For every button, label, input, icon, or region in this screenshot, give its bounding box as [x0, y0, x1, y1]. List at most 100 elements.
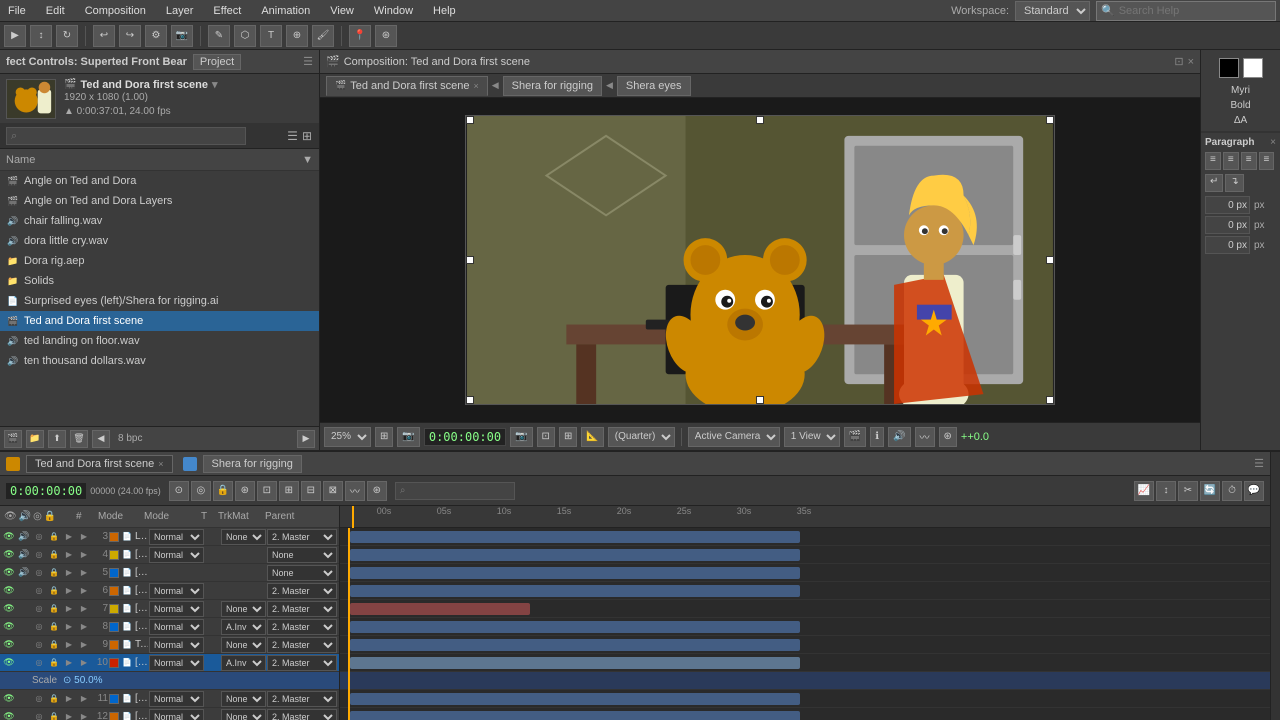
layer-solo-btn[interactable]: ◎: [32, 548, 46, 562]
list-view-icon[interactable]: ☰: [286, 128, 299, 144]
layer-audio-btn[interactable]: [17, 584, 31, 598]
indent-after-input[interactable]: [1205, 216, 1250, 234]
tc-loop-btn[interactable]: 🔄: [1200, 481, 1220, 501]
layer-trkmat-select[interactable]: None: [221, 637, 266, 653]
layer-eye-btn[interactable]: 👁: [2, 656, 16, 670]
track-row[interactable]: [340, 708, 1270, 720]
tab-close-1[interactable]: ×: [473, 81, 478, 91]
handle-bl[interactable]: [466, 396, 474, 404]
tool-clone[interactable]: ⊕: [286, 25, 308, 47]
indent-before-input[interactable]: [1205, 196, 1250, 214]
search-input[interactable]: [1119, 5, 1269, 17]
layer-mode-select[interactable]: Normal: [149, 529, 204, 545]
list-item[interactable]: 🔊 ten thousand dollars.wav: [0, 351, 319, 371]
layer-trkmat-select[interactable]: A.Inv: [221, 619, 266, 635]
layer-color[interactable]: [109, 658, 119, 668]
scale-row[interactable]: Scale ⊙ 50.0%: [0, 672, 339, 690]
comp-options-btn[interactable]: ⊡: [1174, 55, 1183, 68]
tab-shera[interactable]: Shera for rigging: [503, 76, 602, 96]
layer-parent-select[interactable]: 2. Master: [267, 691, 337, 707]
layer-trkmat-select[interactable]: None: [221, 601, 266, 617]
layer-shy-btn[interactable]: ▶: [77, 548, 91, 562]
layer-row[interactable]: 👁 ◎ 🔒 ▶ ▶ 11 📄 [Laptop...e on Ted and Do…: [0, 690, 339, 708]
layer-solo-btn[interactable]: ◎: [32, 692, 46, 706]
list-item[interactable]: 🎬 Angle on Ted and Dora Layers: [0, 191, 319, 211]
tool-roto[interactable]: ⊛: [375, 25, 397, 47]
layer-row[interactable]: 👁 🔊 ◎ 🔒 ▶ ▶ 4 📄 [ted landing on floor.wa…: [0, 546, 339, 564]
list-item[interactable]: 🔊 ted landing on floor.wav: [0, 331, 319, 351]
layer-color[interactable]: [109, 532, 119, 542]
timeline-tab-main[interactable]: Ted and Dora first scene ×: [26, 455, 173, 473]
layer-expand-btn[interactable]: ▶: [62, 530, 76, 544]
list-item[interactable]: 🎬 Angle on Ted and Dora: [0, 171, 319, 191]
layer-color[interactable]: [109, 622, 119, 632]
layer-audio-btn[interactable]: 🔊: [17, 530, 31, 544]
tool-pin[interactable]: 📍: [349, 25, 371, 47]
view-select[interactable]: 1 View: [784, 427, 840, 447]
layer-expand-btn[interactable]: ▶: [62, 710, 76, 720]
timeline-tab-shera[interactable]: Shera for rigging: [203, 455, 302, 473]
layer-shy-btn[interactable]: ▶: [77, 710, 91, 720]
track-row[interactable]: [340, 564, 1270, 582]
layer-eye-btn[interactable]: 👁: [2, 566, 16, 580]
layer-parent-select[interactable]: 2. Master: [267, 619, 337, 635]
layer-audio-btn[interactable]: 🔊: [17, 548, 31, 562]
layer-lock-btn[interactable]: 🔒: [47, 638, 61, 652]
layer-audio-btn[interactable]: [17, 710, 31, 720]
layer-audio-btn[interactable]: [17, 638, 31, 652]
info-btn[interactable]: ℹ: [870, 427, 884, 447]
layer-expand-btn[interactable]: ▶: [62, 548, 76, 562]
tool-select[interactable]: ▶: [4, 25, 26, 47]
layer-shy-btn[interactable]: ▶: [77, 656, 91, 670]
snapshot-btn[interactable]: 📷: [397, 427, 419, 447]
layer-expand-btn[interactable]: ▶: [62, 638, 76, 652]
justify-btn[interactable]: ≡: [1259, 152, 1275, 170]
font-bold[interactable]: Bold: [1226, 99, 1254, 112]
background-swatch[interactable]: [1243, 58, 1263, 78]
tc-effects-btn[interactable]: ⊠: [323, 481, 343, 501]
camera-icon-btn[interactable]: 📷: [510, 427, 532, 447]
layer-shy-btn[interactable]: ▶: [77, 620, 91, 634]
camera-select[interactable]: Active Camera: [688, 427, 780, 447]
layer-parent-select[interactable]: None: [267, 565, 337, 581]
layer-audio-btn[interactable]: [17, 656, 31, 670]
render-btn[interactable]: 🎬: [844, 427, 866, 447]
zoom-select[interactable]: 25%: [324, 427, 371, 447]
timeline-panel-menu[interactable]: ☰: [1254, 457, 1264, 470]
tc-lock-btn[interactable]: 🔒: [213, 481, 233, 501]
panel-menu-icon[interactable]: ☰: [303, 55, 313, 68]
resolution-select[interactable]: (Quarter): [608, 427, 675, 447]
transparency-btn[interactable]: ⊡: [537, 427, 555, 447]
tool-text[interactable]: T: [260, 25, 282, 47]
layer-solo-btn[interactable]: ◎: [32, 602, 46, 616]
handle-l[interactable]: [466, 256, 474, 264]
list-item[interactable]: 📁 Dora rig.aep: [0, 251, 319, 271]
layer-row[interactable]: 👁 ◎ 🔒 ▶ ▶ 8 📄 [Bench/...n Ted and Dora.a…: [0, 618, 339, 636]
layer-row[interactable]: 👁 ◎ 🔒 ▶ ▶ 9 📄 Ted mask Normal None 2. Ma…: [0, 636, 339, 654]
layer-trkmat-select[interactable]: None: [221, 529, 266, 545]
layer-eye-btn[interactable]: 👁: [2, 548, 16, 562]
new-comp-btn[interactable]: 🎬: [4, 430, 22, 448]
tool-redo[interactable]: ↪: [119, 25, 141, 47]
paragraph-close[interactable]: ×: [1270, 137, 1276, 148]
layer-eye-btn[interactable]: 👁: [2, 692, 16, 706]
layer-mode-select[interactable]: Normal: [149, 583, 204, 599]
layer-shy-btn[interactable]: ▶: [77, 692, 91, 706]
3d-btn[interactable]: ⊛: [939, 427, 957, 447]
preview-area[interactable]: [320, 98, 1200, 422]
layer-parent-select[interactable]: 2. Master: [267, 655, 337, 671]
track-row[interactable]: [340, 654, 1270, 672]
track-row[interactable]: [340, 690, 1270, 708]
menu-effect[interactable]: Effect: [209, 3, 245, 19]
menu-view[interactable]: View: [326, 3, 358, 19]
layer-row[interactable]: 👁 🔊 ◎ 🔒 ▶ ▶ 3 📄 Laptop mask Normal None …: [0, 528, 339, 546]
layer-color[interactable]: [109, 640, 119, 650]
menu-edit[interactable]: Edit: [42, 3, 69, 19]
layer-eye-btn[interactable]: 👁: [2, 602, 16, 616]
layer-row[interactable]: 👁 ◎ 🔒 ▶ ▶ 10 📄 [Superted Front Bear] Nor…: [0, 654, 339, 672]
text-align-icon[interactable]: ΔA: [1230, 114, 1251, 127]
track-row[interactable]: [340, 582, 1270, 600]
layer-eye-btn[interactable]: 👁: [2, 710, 16, 720]
track-row[interactable]: [340, 600, 1270, 618]
layer-parent-select[interactable]: None: [267, 547, 337, 563]
